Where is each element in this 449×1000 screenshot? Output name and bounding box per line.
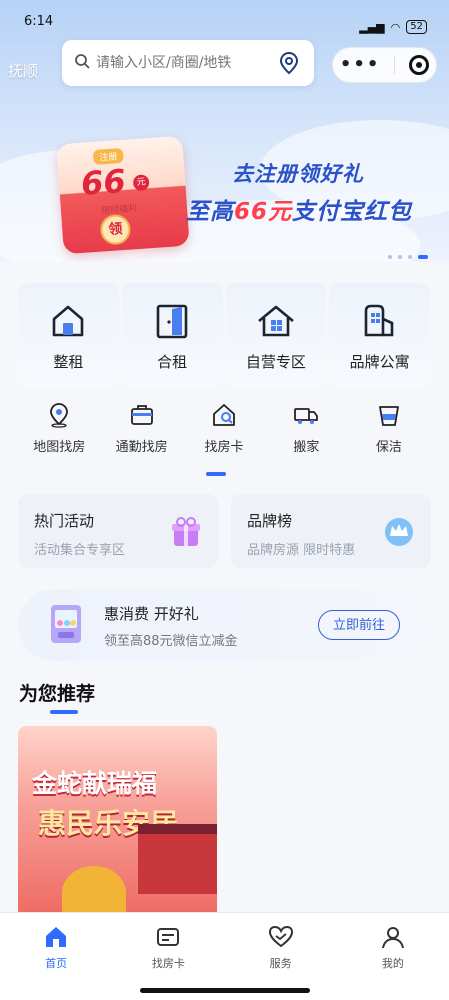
banner-subline-prefix: 至高 [186,199,234,225]
crown-badge-icon [385,518,413,546]
card-headline: 金蛇献瑞福 [32,769,158,798]
banner-subline: 至高66元支付宝红包 [186,192,412,226]
briefcase-icon [130,405,153,425]
recommend-card[interactable]: 金蛇献瑞福 惠民乐安居 [18,726,217,916]
mini-program-capsule: ••• [332,47,437,83]
home-icon [46,927,67,947]
capsule-divider [394,56,396,74]
card-icon [157,928,180,946]
recommend-title: 为您推荐 [19,683,96,705]
service-label: 搬家 [293,440,320,455]
city-selector[interactable]: 抚顺 [8,60,38,81]
house-search-icon [213,404,235,426]
banner-subline-highlight: 66元 [234,199,293,225]
service-scroll-indicator [206,472,226,476]
service-label: 地图找房 [33,440,86,455]
status-icons: ▂▄▆ ◠ 52 [359,14,427,40]
pager-dot-active [418,255,428,259]
service-moving[interactable]: 搬家 [265,402,347,455]
banner-pager [388,255,428,259]
gift-box-icon [172,517,200,546]
signal-icon: ▂▄▆ [359,20,385,34]
close-target-icon[interactable] [409,55,430,75]
service-commute-search[interactable]: 通勤找房 [100,402,182,455]
door-icon [156,304,188,339]
service-label: 通勤找房 [115,440,168,455]
home-indicator [140,988,310,993]
house-icon [53,305,84,337]
pager-dot [388,255,392,259]
home-grid-icon [258,305,294,337]
gate-illustration [138,824,217,894]
red-packet-graphic: 注册 66 元 限时福利 领 [56,135,190,255]
status-bar: 6:14 ▂▄▆ ◠ 52 [0,0,449,40]
bucket-icon [378,406,399,426]
tab-mine[interactable]: 我的 [337,913,449,1000]
claw-machine-icon [51,605,81,643]
building-icon [364,304,393,337]
search-bar[interactable] [62,40,314,86]
wifi-icon: ◠ [390,20,401,34]
tab-house-card[interactable]: 找房卡 [112,913,224,1000]
service-map-search[interactable]: 地图找房 [18,402,100,455]
banner-headline: 去注册领好礼 [232,162,364,186]
tab-home[interactable]: 首页 [0,913,112,1000]
search-icon [74,53,90,73]
tab-label: 首页 [45,957,68,970]
bottom-tabbar: 首页 找房卡 服务 我的 [0,912,449,1000]
user-icon [381,927,404,949]
service-label: 保洁 [375,440,402,455]
truck-icon [294,408,319,424]
category-shared-rent[interactable]: 合租 [121,283,223,387]
packet-unit: 元 [132,174,150,192]
service-cleaning[interactable]: 保洁 [348,402,430,455]
hot-activities-card[interactable]: 热门活动 活动集合专享区 [18,494,218,568]
service-row: 地图找房 通勤找房 找房卡 搬家 保洁 [18,402,430,455]
category-label: 自营专区 [245,353,306,371]
category-brand-apartment[interactable]: 品牌公寓 [329,283,430,387]
service-label: 找房卡 [204,440,244,455]
category-label: 合租 [157,353,188,371]
packet-claim-button[interactable]: 领 [99,213,132,246]
category-whole-rent[interactable]: 整租 [18,283,119,387]
status-time: 6:14 [24,14,54,29]
packet-amount: 66 [79,161,127,203]
go-now-button[interactable]: 立即前往 [318,610,400,640]
more-icon[interactable]: ••• [340,56,381,74]
search-input[interactable] [96,55,276,71]
category-label: 品牌公寓 [349,353,410,371]
tab-service[interactable]: 服务 [225,913,337,1000]
brand-ranking-card[interactable]: 品牌榜 品牌房源 限时特惠 [231,494,431,568]
pager-dot [408,255,412,259]
banner-subline-suffix: 支付宝红包 [292,199,413,225]
recommend-underline [50,710,78,714]
pager-dot [398,255,402,259]
tab-label: 我的 [381,957,404,970]
heart-hand-icon [268,925,293,948]
tab-label: 找房卡 [151,957,185,970]
category-grid: 整租 合租 自营专区 品牌公寓 [18,283,430,387]
category-self-operated[interactable]: 自营专区 [225,283,327,387]
tab-label: 服务 [269,957,292,970]
location-pin-icon[interactable] [276,50,302,76]
coupon-banner[interactable]: 惠消费 开好礼 领至高88元微信立减金 立即前往 [18,589,430,661]
service-house-card[interactable]: 找房卡 [183,402,265,455]
map-pin-icon [50,403,69,428]
lion-dance-illustration [62,866,126,916]
category-label: 整租 [53,353,84,371]
battery-icon: 52 [406,20,427,34]
